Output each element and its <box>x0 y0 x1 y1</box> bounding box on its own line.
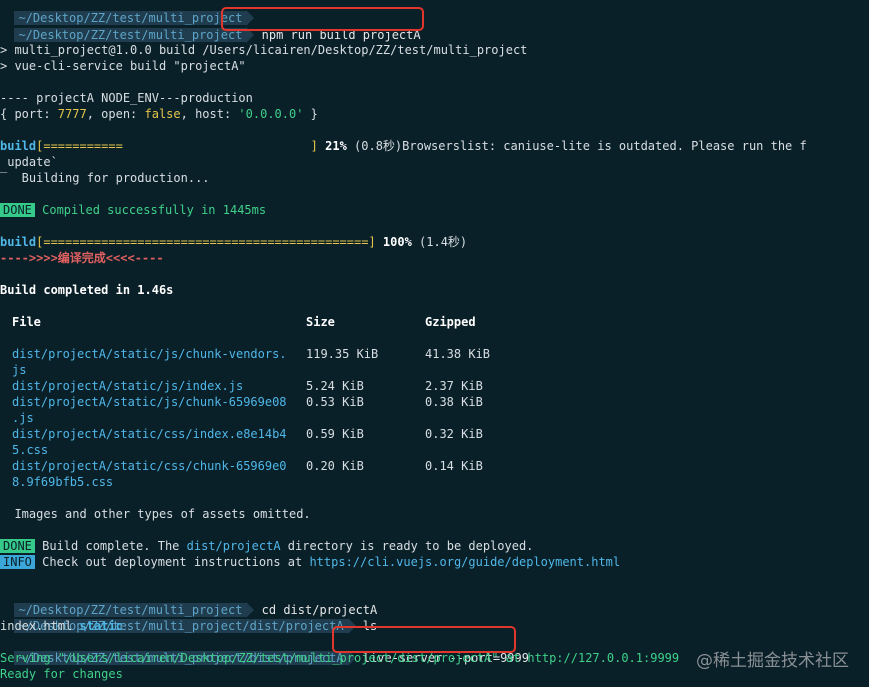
file-name: dist/projectA/static/css/index.e8e14b4 <box>12 427 287 441</box>
build-complete-dir: dist/projectA <box>186 539 281 553</box>
file-size: 5.24 KiB <box>306 379 364 393</box>
building-text: Building for production... <box>7 171 210 185</box>
progress-line: build[==================================… <box>0 234 467 250</box>
progress-bar: [=======================================… <box>36 235 376 249</box>
config-text: } <box>303 107 318 121</box>
building-line: ‾ Building for production... <box>0 170 210 186</box>
output-line: > vue-cli-service build "projectA" <box>0 59 246 73</box>
file-name-cont: .js <box>12 411 34 425</box>
file-name-cont: 8.9f69bfb5.css <box>12 475 114 489</box>
config-open: false <box>144 107 181 121</box>
file-size: 0.53 KiB <box>306 395 364 409</box>
config-text: , open: <box>86 107 145 121</box>
config-host: '0.0.0.0' <box>238 107 304 121</box>
build-completed-text: Build completed in 1.46s <box>0 283 174 297</box>
prompt-line: ~/Desktop/ZZ/test/multi_project/dist/pro… <box>0 602 377 634</box>
ls-file: index.html <box>0 619 80 633</box>
build-complete-text: directory is ready to be deployed. <box>280 539 534 553</box>
info-line: INFO Check out deployment instructions a… <box>0 554 620 570</box>
highlight-box <box>221 7 424 31</box>
file-name: dist/projectA/static/css/chunk-65969e0 <box>12 459 287 473</box>
info-url: https://cli.vuejs.org/guide/deployment.h… <box>309 555 621 569</box>
info-badge: INFO <box>0 555 35 569</box>
file-size: 0.59 KiB <box>306 427 364 441</box>
config-port: 7777 <box>57 107 87 121</box>
images-omitted-text: Images and other types of assets omitted… <box>0 507 311 521</box>
output-line: ---- projectA NODE_ENV---production <box>0 91 253 105</box>
file-gzipped: 0.32 KiB <box>425 427 483 441</box>
ready-text: Ready for changes <box>0 667 123 681</box>
progress-time: (0.8秒) <box>346 139 403 153</box>
ls-output: index.html static <box>0 618 123 634</box>
watermark: @稀土掘金技术社区 <box>696 651 849 671</box>
compiled-line: DONE Compiled successfully in 1445ms <box>0 202 266 218</box>
progress-percent: 100% <box>375 235 412 249</box>
progress-bar: [=========== ] <box>36 139 318 153</box>
finish-line: ---->>>>编译完成<<<<---- <box>0 251 164 265</box>
progress-line: build[=========== ] 21% (0.8秒)Browsersli… <box>0 138 807 154</box>
table-header-size: Size <box>306 315 335 329</box>
file-size: 119.35 KiB <box>306 347 379 361</box>
progress-message: Browserslist: caniuse-lite is outdated. … <box>402 139 807 153</box>
file-gzipped: 2.37 KiB <box>425 379 483 393</box>
file-name: dist/projectA/static/js/chunk-65969e08 <box>12 395 287 409</box>
file-gzipped: 0.38 KiB <box>425 395 483 409</box>
config-line: { port: 7777, open: false, host: '0.0.0.… <box>0 106 318 122</box>
progress-percent: 21% <box>317 139 347 153</box>
file-gzipped: 41.38 KiB <box>425 347 491 361</box>
info-text: Check out deployment instructions at <box>34 555 310 569</box>
prompt-line: ~/Desktop/ZZ/test/multi_project cd dist/… <box>0 586 377 618</box>
prompt-line: ~/Desktop/ZZ/test/multi_project <box>0 0 255 26</box>
compiled-text: Compiled successfully in 1445ms <box>34 203 267 217</box>
progress-time: (1.4秒) <box>411 235 468 249</box>
output-line: update` <box>0 155 58 169</box>
config-text: , host: <box>180 107 239 121</box>
file-name-cont: js <box>12 363 27 377</box>
table-header-gzipped: Gzipped <box>425 315 476 329</box>
build-complete-text: Build complete. The <box>34 539 187 553</box>
ls-dir: static <box>79 619 123 633</box>
build-label: build <box>0 139 37 153</box>
build-complete-line: DONE Build complete. The dist/projectA d… <box>0 538 533 554</box>
file-size: 0.20 KiB <box>306 459 364 473</box>
file-name: dist/projectA/static/js/index.js <box>12 379 244 393</box>
output-line: > multi_project@1.0.0 build /Users/licai… <box>0 43 528 57</box>
done-badge: DONE <box>0 539 35 553</box>
config-text: { port: <box>0 107 58 121</box>
file-name: dist/projectA/static/js/chunk-vendors. <box>12 347 287 361</box>
done-badge: DONE <box>0 203 35 217</box>
prompt-path: ~/Desktop/ZZ/test/multi_project <box>14 28 247 42</box>
build-label: build <box>0 235 37 249</box>
file-gzipped: 0.14 KiB <box>425 459 483 473</box>
table-header-file: File <box>12 315 41 329</box>
file-name-cont: 5.css <box>12 443 49 457</box>
highlight-box <box>332 626 516 653</box>
